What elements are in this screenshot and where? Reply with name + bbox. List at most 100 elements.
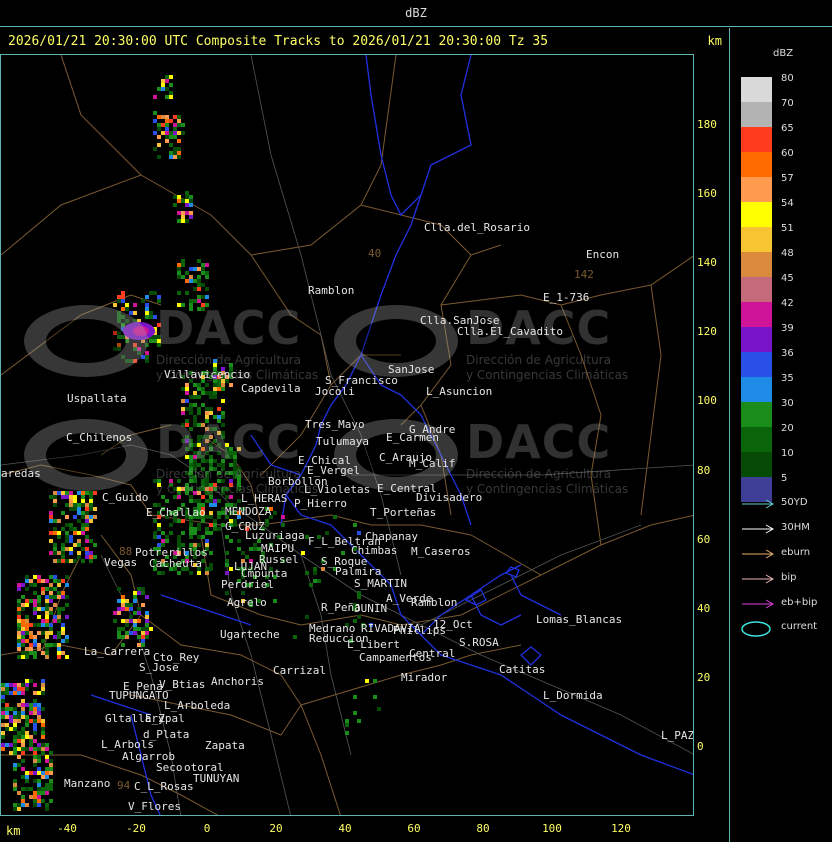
place-label: Lomas_Blancas <box>536 613 623 626</box>
radar-echo <box>25 775 29 779</box>
radar-echo <box>357 595 361 599</box>
radar-echo <box>13 715 17 719</box>
radar-echo <box>129 615 133 619</box>
radar-echo <box>153 95 157 99</box>
radar-echo <box>41 775 45 779</box>
radar-echo <box>85 551 89 555</box>
radar-echo <box>73 515 77 519</box>
place-label: E_Zpal <box>145 712 185 725</box>
radar-echo <box>373 695 377 699</box>
radar-echo <box>205 263 209 267</box>
place-label: 12_Oct <box>433 618 473 631</box>
radar-echo <box>17 603 21 607</box>
radar-echo <box>73 559 77 563</box>
radar-echo <box>25 599 29 603</box>
radar-echo <box>13 707 17 711</box>
radar-echo <box>165 539 169 543</box>
radar-echo <box>21 623 25 627</box>
radar-echo <box>65 595 69 599</box>
radar-echo <box>49 759 53 763</box>
radar-echo <box>157 115 161 119</box>
radar-echo <box>89 507 93 511</box>
radar-echo <box>217 407 221 411</box>
radar-echo <box>17 715 21 719</box>
radar-echo <box>193 395 197 399</box>
legend-value: 60 <box>781 148 794 159</box>
radar-echo <box>205 271 209 275</box>
radar-echo <box>81 499 85 503</box>
radar-echo <box>85 547 89 551</box>
radar-echo <box>121 603 125 607</box>
legend-swatch <box>741 402 772 427</box>
radar-echo <box>61 527 65 531</box>
radar-echo <box>21 799 25 803</box>
radar-echo <box>17 687 21 691</box>
radar-echo <box>5 687 9 691</box>
radar-echo <box>77 511 81 515</box>
watermark-name: DACC <box>156 415 302 469</box>
radar-echo <box>69 503 73 507</box>
place-label: Perdriel <box>221 578 274 591</box>
radar-echo <box>45 783 49 787</box>
radar-echo <box>29 679 33 683</box>
radar-echo <box>85 555 89 559</box>
radar-echo <box>29 787 33 791</box>
radar-echo <box>17 755 21 759</box>
radar-echo <box>21 583 25 587</box>
legend-value: 30 <box>781 398 794 409</box>
radar-echo <box>225 591 229 595</box>
radar-echo <box>153 147 157 151</box>
radar-echo <box>49 519 53 523</box>
radar-echo <box>129 607 133 611</box>
watermark-line2: y Contingencias Climáticas <box>466 368 629 382</box>
radar-echo <box>345 719 349 723</box>
radar-echo <box>37 715 41 719</box>
radar-echo <box>177 219 181 223</box>
radar-echo <box>21 803 25 807</box>
radar-echo <box>9 691 13 695</box>
radar-echo <box>29 707 33 711</box>
radar-echo <box>37 615 41 619</box>
radar-echo <box>177 211 181 215</box>
radar-echo <box>25 715 29 719</box>
radar-echo <box>33 651 37 655</box>
radar-echo <box>17 683 21 687</box>
place-label: Divisadero <box>416 491 483 504</box>
x-tick-label: 60 <box>407 822 421 835</box>
place-label: S_MARTIN <box>354 577 407 590</box>
legend-swatch <box>741 177 772 202</box>
radar-echo <box>149 291 153 295</box>
place-label: 94 <box>117 779 131 792</box>
legend-swatch <box>741 377 772 402</box>
radar-echo <box>165 115 169 119</box>
radar-echo <box>205 295 209 299</box>
radar-echo <box>161 571 165 575</box>
place-label: 142 <box>574 268 594 281</box>
radar-echo <box>45 631 49 635</box>
radar-echo <box>65 559 69 563</box>
radar-map[interactable]: DACC Dirección de Agricultura y Continge… <box>0 54 694 816</box>
radar-echo <box>201 387 205 391</box>
watermark-line1: Dirección de Agricultura <box>466 353 611 367</box>
radar-echo <box>225 559 229 563</box>
radar-echo <box>49 623 53 627</box>
legend-swatch <box>741 252 772 277</box>
radar-echo <box>73 499 77 503</box>
legend-value: 45 <box>781 273 794 284</box>
legend-value: 80 <box>781 73 794 84</box>
radar-echo <box>69 559 73 563</box>
radar-echo <box>177 119 181 123</box>
place-label: L_Dormida <box>543 689 603 702</box>
radar-echo <box>25 647 29 651</box>
radar-echo <box>157 123 161 127</box>
radar-echo <box>145 611 149 615</box>
radar-echo <box>169 523 173 527</box>
radar-echo <box>41 735 45 739</box>
radar-echo <box>21 727 25 731</box>
radar-echo <box>49 643 53 647</box>
legend-swatch <box>741 127 772 152</box>
radar-echo <box>157 87 161 91</box>
radar-echo <box>161 115 165 119</box>
radar-echo <box>93 555 97 559</box>
radar-echo <box>45 611 49 615</box>
